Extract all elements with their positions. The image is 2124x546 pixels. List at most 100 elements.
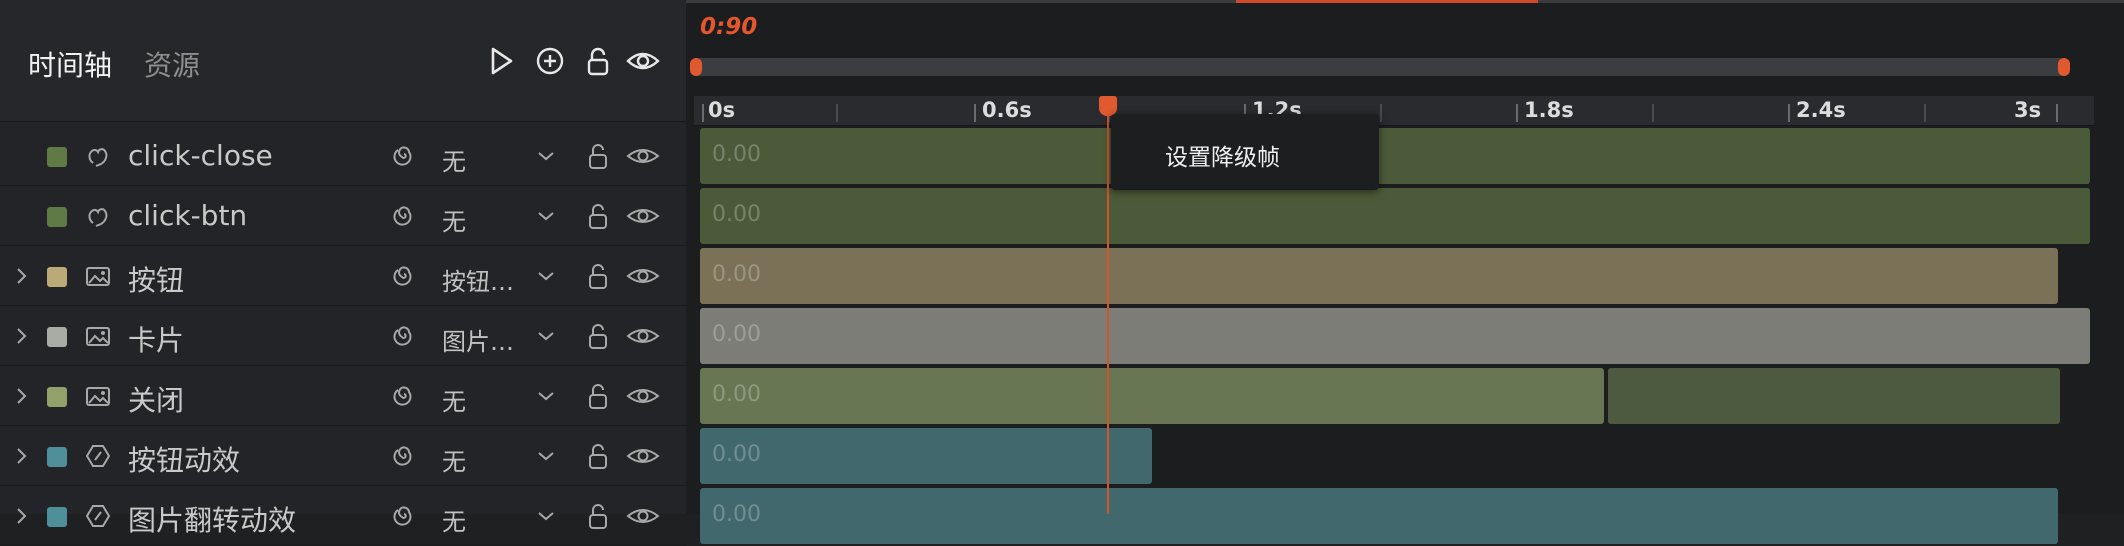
animation-select-value[interactable]: 无 — [442, 442, 466, 477]
image-icon — [84, 322, 112, 350]
playhead-handle[interactable] — [1099, 96, 1117, 116]
animation-select-value[interactable]: 无 — [442, 142, 466, 177]
track-clip[interactable] — [700, 308, 2090, 364]
chevron-down-icon[interactable] — [534, 324, 558, 348]
clip-value: 0.00 — [712, 442, 761, 467]
chevron-right-icon[interactable] — [14, 444, 30, 468]
chevron-down-icon[interactable] — [534, 384, 558, 408]
layer-row[interactable]: 按钮动效 无 — [0, 426, 686, 486]
chevron-down-icon[interactable] — [534, 264, 558, 288]
layer-color-swatch — [47, 387, 67, 407]
chevron-down-icon[interactable] — [534, 444, 558, 468]
spiral-icon — [390, 382, 418, 410]
chevron-down-icon[interactable] — [534, 204, 558, 228]
track-clip[interactable] — [700, 188, 2090, 244]
clip-value: 0.00 — [712, 502, 761, 527]
scrub-bar[interactable] — [694, 58, 2064, 76]
layer-panel: 时间轴 资源 click-close 无 click-btn 无按钮 按钮… 卡片 图片… 关… — [0, 0, 686, 546]
chevron-right-icon[interactable] — [14, 264, 30, 288]
ruler-major-tick — [1516, 104, 1518, 122]
unlock-icon[interactable] — [584, 201, 612, 231]
ruler-tick — [1652, 104, 1654, 122]
tab-timeline[interactable]: 时间轴 — [28, 44, 112, 84]
menu-item-set-fallback-frame[interactable]: 设置降级帧 — [1165, 138, 1280, 172]
eye-icon[interactable] — [626, 501, 660, 531]
ruler-major-tick — [702, 104, 704, 122]
chevron-right-icon[interactable] — [14, 504, 30, 528]
unlock-icon[interactable] — [584, 501, 612, 531]
chevron-down-icon[interactable] — [534, 144, 558, 168]
spiral-icon — [390, 202, 418, 230]
layer-row[interactable]: 按钮 按钮… — [0, 246, 686, 306]
layer-name: 按钮 — [128, 264, 185, 297]
ruler-tick-label: 0s — [708, 98, 736, 122]
ruler-tick-label: 1.8s — [1524, 98, 1574, 122]
play-icon[interactable] — [484, 44, 518, 78]
spiral-icon — [390, 322, 418, 350]
animation-select-value[interactable]: 无 — [442, 202, 466, 237]
ruler-tick-label: 0.6s — [982, 98, 1032, 122]
interaction-icon — [84, 202, 112, 230]
track-clip[interactable] — [700, 428, 1152, 484]
chevron-right-icon[interactable] — [14, 324, 30, 348]
add-circle-icon[interactable] — [533, 44, 567, 78]
eye-icon[interactable] — [626, 381, 660, 411]
eye-icon[interactable] — [626, 201, 660, 231]
chevron-down-icon[interactable] — [534, 504, 558, 528]
animation-select-value[interactable]: 无 — [442, 502, 466, 537]
layer-name: 卡片 — [128, 324, 185, 357]
track-clip[interactable] — [700, 128, 2090, 184]
track-clip[interactable] — [700, 368, 1604, 424]
layer-color-swatch — [47, 207, 67, 227]
scrub-start-handle[interactable] — [690, 58, 702, 76]
layer-color-swatch — [47, 327, 67, 347]
layer-row[interactable]: 卡片 图片… — [0, 306, 686, 366]
ruler-tick-label: 3s — [2014, 98, 2042, 122]
current-time: 0:90 — [700, 14, 758, 40]
layer-row[interactable]: click-close 无 — [0, 126, 686, 186]
spiral-icon — [390, 142, 418, 170]
chevron-right-icon[interactable] — [14, 384, 30, 408]
ruler-major-tick — [2056, 104, 2058, 122]
image-icon — [84, 382, 112, 410]
animation-select-value[interactable]: 按钮… — [442, 262, 514, 297]
layer-row[interactable]: 关闭 无 — [0, 366, 686, 426]
layer-color-swatch — [47, 507, 67, 527]
playhead-line — [1107, 106, 1109, 514]
unlock-icon[interactable] — [584, 441, 612, 471]
layer-row[interactable]: click-btn 无 — [0, 186, 686, 246]
spiral-icon — [390, 442, 418, 470]
effect-icon — [84, 442, 112, 470]
layer-name: click-close — [128, 139, 273, 172]
clip-value: 0.00 — [712, 142, 761, 167]
layer-row[interactable]: 图片翻转动效 无 — [0, 486, 686, 546]
ruler-major-tick — [974, 104, 976, 122]
tab-assets[interactable]: 资源 — [144, 44, 200, 84]
animation-select-value[interactable]: 无 — [442, 382, 466, 417]
time-ruler[interactable] — [694, 96, 2094, 126]
unlock-icon[interactable] — [581, 44, 615, 78]
scrub-end-handle[interactable] — [2058, 58, 2070, 76]
animation-select-value[interactable]: 图片… — [442, 322, 514, 357]
image-icon — [84, 262, 112, 290]
track-clip[interactable] — [700, 248, 2058, 304]
clip-value: 0.00 — [712, 202, 761, 227]
ruler-tick-label: 2.4s — [1796, 98, 1846, 122]
range-indicator — [1236, 0, 1538, 3]
unlock-icon[interactable] — [584, 381, 612, 411]
track-clip[interactable] — [700, 488, 2058, 544]
unlock-icon[interactable] — [584, 321, 612, 351]
panel-header: 时间轴 资源 — [0, 0, 686, 122]
eye-icon[interactable] — [626, 141, 660, 171]
spiral-icon — [390, 502, 418, 530]
eye-icon[interactable] — [626, 44, 660, 78]
unlock-icon[interactable] — [584, 141, 612, 171]
layer-color-swatch — [47, 147, 67, 167]
unlock-icon[interactable] — [584, 261, 612, 291]
eye-icon[interactable] — [626, 321, 660, 351]
clip-value: 0.00 — [712, 262, 761, 287]
track-clip[interactable] — [1608, 368, 2060, 424]
eye-icon[interactable] — [626, 261, 660, 291]
ruler-tick — [1380, 104, 1382, 122]
eye-icon[interactable] — [626, 441, 660, 471]
